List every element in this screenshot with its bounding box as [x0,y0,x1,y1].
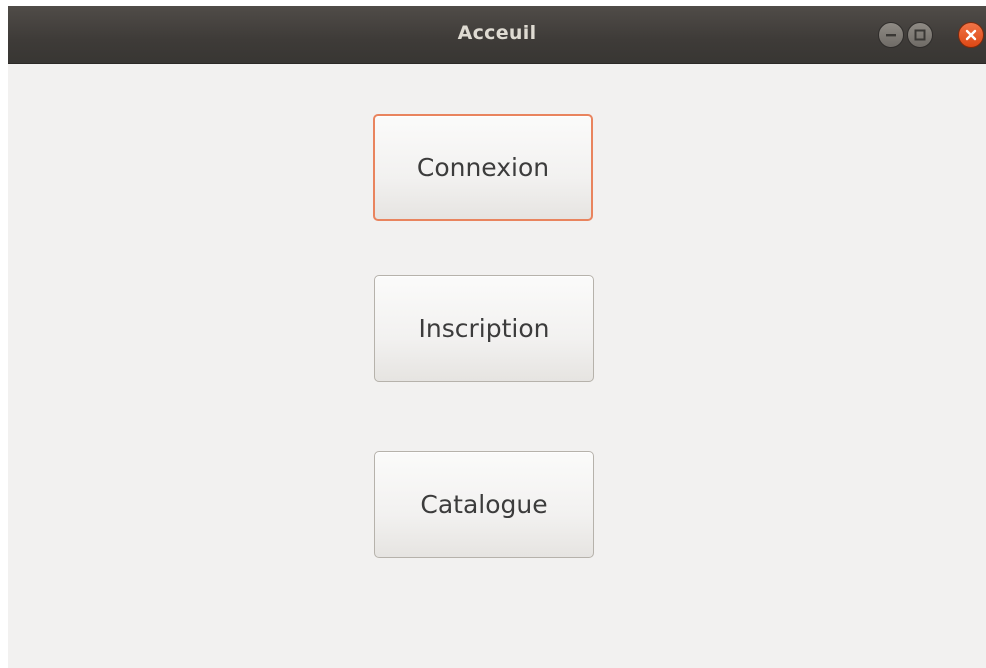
close-button[interactable] [958,22,984,48]
inscription-button[interactable]: Inscription [374,275,594,382]
maximize-button[interactable] [907,22,933,48]
title-bar[interactable]: Acceuil [8,6,986,64]
connexion-button[interactable]: Connexion [373,114,593,221]
minimize-button[interactable] [878,22,904,48]
minimize-icon [886,34,896,37]
close-icon [965,29,977,41]
main-window: Acceuil Connexion Inscription Catalogue [8,6,986,668]
catalogue-button[interactable]: Catalogue [374,451,594,558]
window-title: Acceuil [457,22,537,44]
maximize-icon [914,29,926,41]
